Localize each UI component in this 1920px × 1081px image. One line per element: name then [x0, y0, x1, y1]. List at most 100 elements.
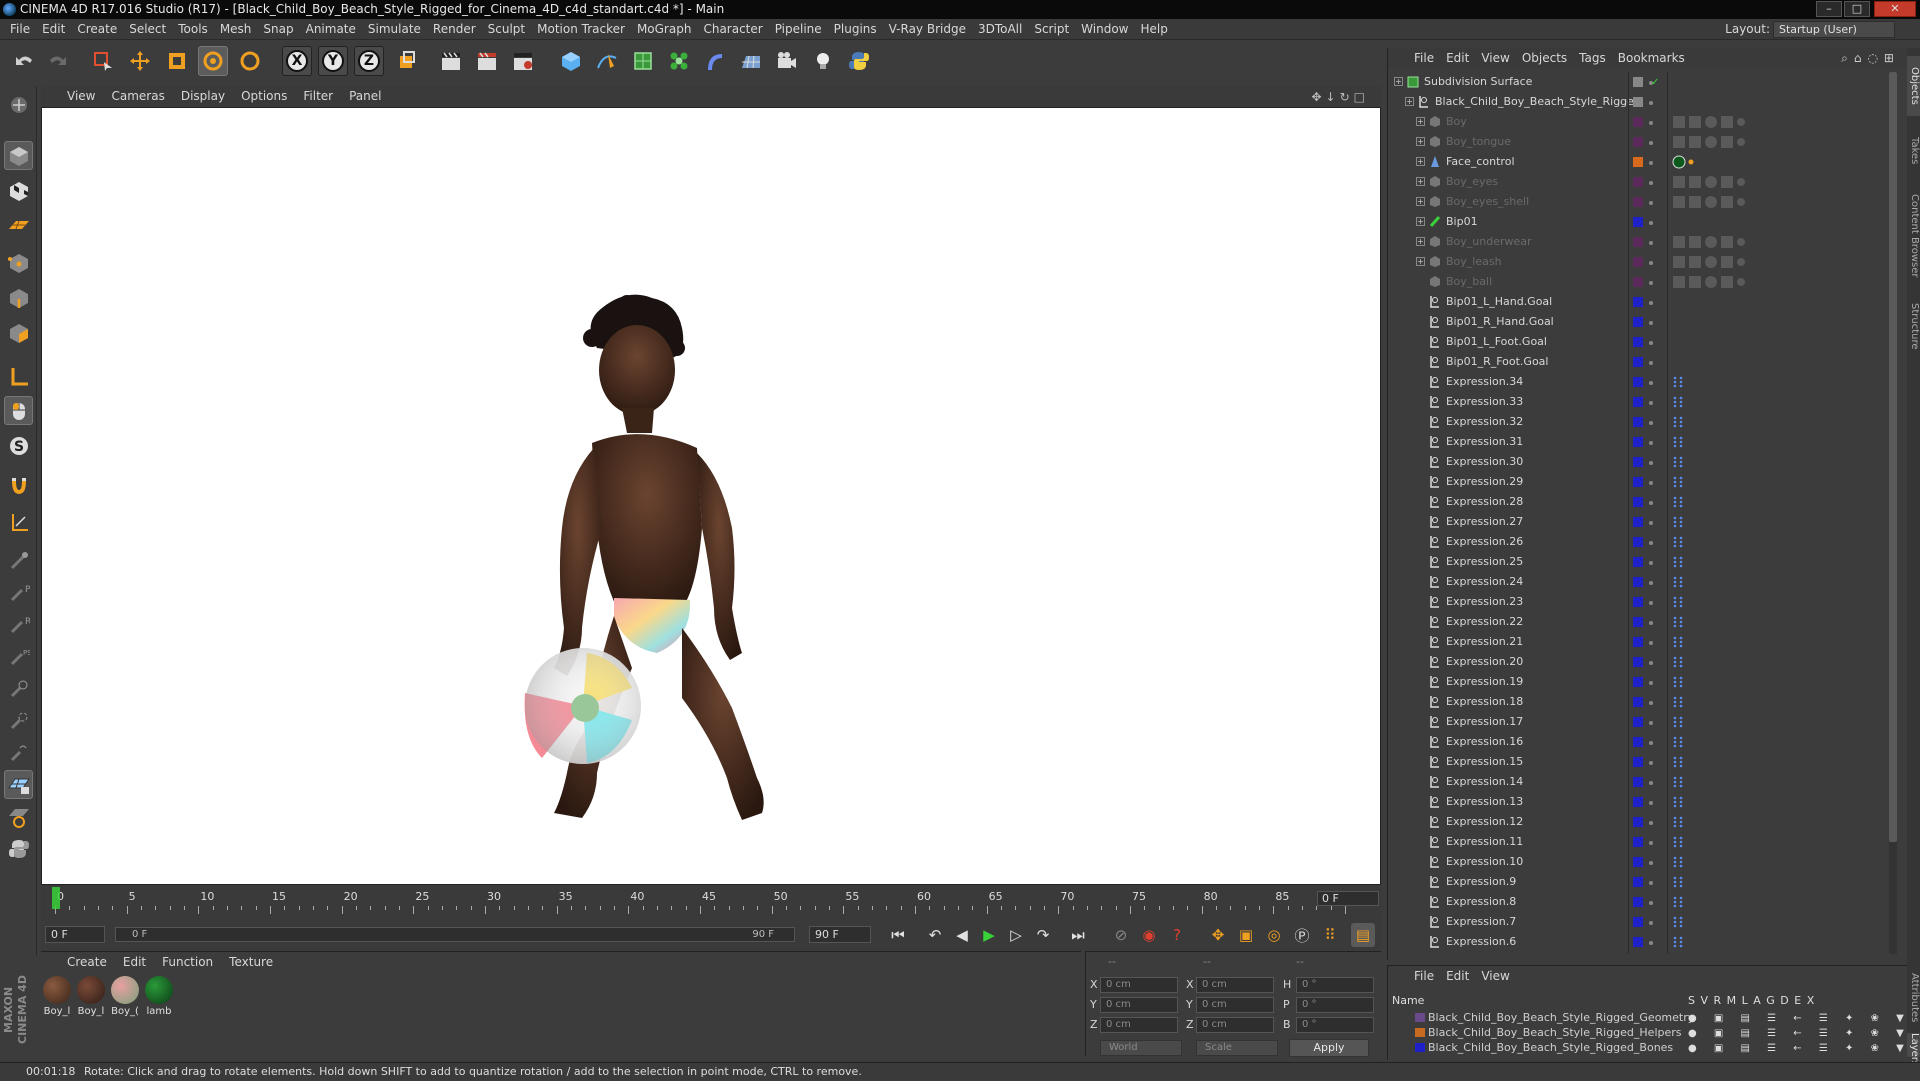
layer-color-swatch[interactable] [1633, 757, 1643, 767]
menu-vray-bridge[interactable]: V-Ray Bridge [883, 19, 972, 40]
expand-toggle-icon[interactable]: + [1394, 77, 1403, 86]
add-mograph-button[interactable] [664, 46, 694, 76]
menu-animate[interactable]: Animate [300, 19, 362, 40]
material-swatch[interactable]: Boy_l [75, 976, 107, 1017]
visibility-dot[interactable] [1649, 161, 1653, 165]
previous-keyframe-button[interactable]: ↶ [923, 923, 947, 947]
xpresso-tag-icon[interactable] [1672, 435, 1686, 449]
menu-select[interactable]: Select [123, 19, 172, 40]
add-generator-button[interactable] [628, 46, 658, 76]
points-mode-button[interactable] [4, 248, 33, 277]
layer-color-swatch[interactable] [1633, 477, 1643, 487]
expand-toggle-icon[interactable]: + [1416, 257, 1425, 266]
layer-color-swatch[interactable] [1415, 1043, 1425, 1052]
material-menu-texture[interactable]: Texture [221, 952, 281, 972]
side-tab-structure[interactable]: Structure [1907, 296, 1920, 356]
xpresso-tag-icon[interactable] [1672, 915, 1686, 929]
object-row[interactable]: Expression.17 [1388, 712, 1888, 732]
layer-color-swatch[interactable] [1633, 777, 1643, 787]
recent-tool-button[interactable] [235, 46, 265, 76]
visibility-dot[interactable] [1649, 861, 1653, 865]
layer-color-swatch[interactable] [1633, 897, 1643, 907]
visibility-dot[interactable] [1649, 221, 1653, 225]
layout-dropdown[interactable]: Startup (User) [1773, 21, 1895, 38]
visibility-dot[interactable] [1649, 381, 1653, 385]
xpresso-tag-icon[interactable] [1672, 575, 1686, 589]
layer-color-swatch[interactable] [1415, 1013, 1425, 1022]
layer-color-swatch[interactable] [1633, 377, 1643, 387]
redo-button[interactable] [42, 46, 72, 76]
control-tags-icon[interactable] [1672, 155, 1702, 169]
layer-color-swatch[interactable] [1633, 217, 1643, 227]
coordinate-space-dropdown[interactable]: World [1100, 1040, 1182, 1056]
visibility-dot[interactable] [1649, 801, 1653, 805]
visibility-dot[interactable] [1649, 541, 1653, 545]
go-to-start-button[interactable]: ⏮ [886, 923, 910, 947]
visibility-dot[interactable] [1649, 521, 1653, 525]
object-row[interactable]: Expression.30 [1388, 452, 1888, 472]
menu-render[interactable]: Render [427, 19, 482, 40]
object-row[interactable]: + Face_control [1388, 152, 1888, 172]
side-tab-content-browser[interactable]: Content Browser [1907, 186, 1920, 286]
x-axis-lock-button[interactable]: X [282, 46, 312, 76]
key-rotation-button[interactable]: ◎ [1262, 923, 1286, 947]
layer-color-swatch[interactable] [1633, 817, 1643, 827]
visibility-dot[interactable] [1649, 881, 1653, 885]
layer-color-swatch[interactable] [1633, 437, 1643, 447]
layer-color-swatch[interactable] [1633, 497, 1643, 507]
viewport-nav-icons[interactable]: ✥↓↻□ [1311, 90, 1369, 104]
material-menu-function[interactable]: Function [154, 952, 221, 972]
current-frame-field[interactable]: 0 F [45, 926, 105, 943]
object-manager-search-icons[interactable]: ⌕⌂◌⊞ [1841, 51, 1900, 66]
xpresso-tag-icon[interactable] [1672, 815, 1686, 829]
next-frame-button[interactable]: ▷ [1004, 923, 1028, 947]
layer-color-swatch[interactable] [1633, 517, 1643, 527]
layer-toggles[interactable]: ● ▣ ▤ ☰ ← ☰ ✦ ❀ ▼ ✕ [1688, 1026, 1920, 1041]
xpresso-tag-icon[interactable] [1672, 395, 1686, 409]
object-row[interactable]: Expression.31 [1388, 432, 1888, 452]
objects-menu-edit[interactable]: Edit [1440, 48, 1475, 68]
xpresso-tag-icon[interactable] [1672, 775, 1686, 789]
material-menu-create[interactable]: Create [41, 952, 115, 972]
menu-mesh[interactable]: Mesh [214, 19, 258, 40]
visibility-dot[interactable] [1649, 361, 1653, 365]
model-mode-button[interactable] [4, 141, 33, 170]
grid-lock-button[interactable] [4, 770, 33, 799]
object-row[interactable]: Expression.13 [1388, 792, 1888, 812]
menu-tools[interactable]: Tools [172, 19, 214, 40]
key-parameter-button[interactable]: Ⓟ [1290, 923, 1314, 947]
sculpt-brush-2-button[interactable]: P [4, 578, 33, 607]
size-z-field[interactable]: 0 cm [1196, 1017, 1274, 1033]
object-row[interactable]: Expression.18 [1388, 692, 1888, 712]
xpresso-tag-icon[interactable] [1672, 655, 1686, 669]
material-swatch[interactable]: Boy_l [41, 976, 73, 1017]
side-tab-objects[interactable]: Objects [1907, 56, 1920, 116]
xpresso-tag-icon[interactable] [1672, 475, 1686, 489]
object-row[interactable]: Expression.16 [1388, 732, 1888, 752]
layer-color-swatch[interactable] [1633, 297, 1643, 307]
xpresso-tag-icon[interactable] [1672, 875, 1686, 889]
autokey-button[interactable]: ◉ [1137, 923, 1161, 947]
layer-color-swatch[interactable] [1633, 797, 1643, 807]
rot-h-field[interactable]: 0 ° [1296, 977, 1374, 993]
xpresso-tag-icon[interactable] [1672, 555, 1686, 569]
object-row[interactable]: Expression.14 [1388, 772, 1888, 792]
visibility-dot[interactable] [1649, 781, 1653, 785]
object-row[interactable]: Expression.22 [1388, 612, 1888, 632]
layer-color-swatch[interactable] [1633, 257, 1643, 267]
add-cube-button[interactable] [556, 46, 586, 76]
object-row[interactable]: Expression.21 [1388, 632, 1888, 652]
key-scale-button[interactable]: ▣ [1234, 923, 1258, 947]
key-position-button[interactable]: ✥ [1206, 923, 1230, 947]
viewport-menu-view[interactable]: View [41, 86, 103, 107]
expand-toggle-icon[interactable]: + [1416, 237, 1425, 246]
layer-row[interactable]: Black_Child_Boy_Beach_Style_Rigged_Geome… [1388, 1010, 1920, 1025]
xpresso-tag-icon[interactable] [1672, 835, 1686, 849]
3d-viewport[interactable] [41, 107, 1381, 885]
objects-menu-bookmarks[interactable]: Bookmarks [1612, 48, 1691, 68]
expand-toggle-icon[interactable]: + [1416, 117, 1425, 126]
object-row[interactable]: Expression.15 [1388, 752, 1888, 772]
xpresso-tag-icon[interactable] [1672, 675, 1686, 689]
add-light-button[interactable] [808, 46, 838, 76]
workplane-mode-button[interactable] [4, 211, 33, 240]
